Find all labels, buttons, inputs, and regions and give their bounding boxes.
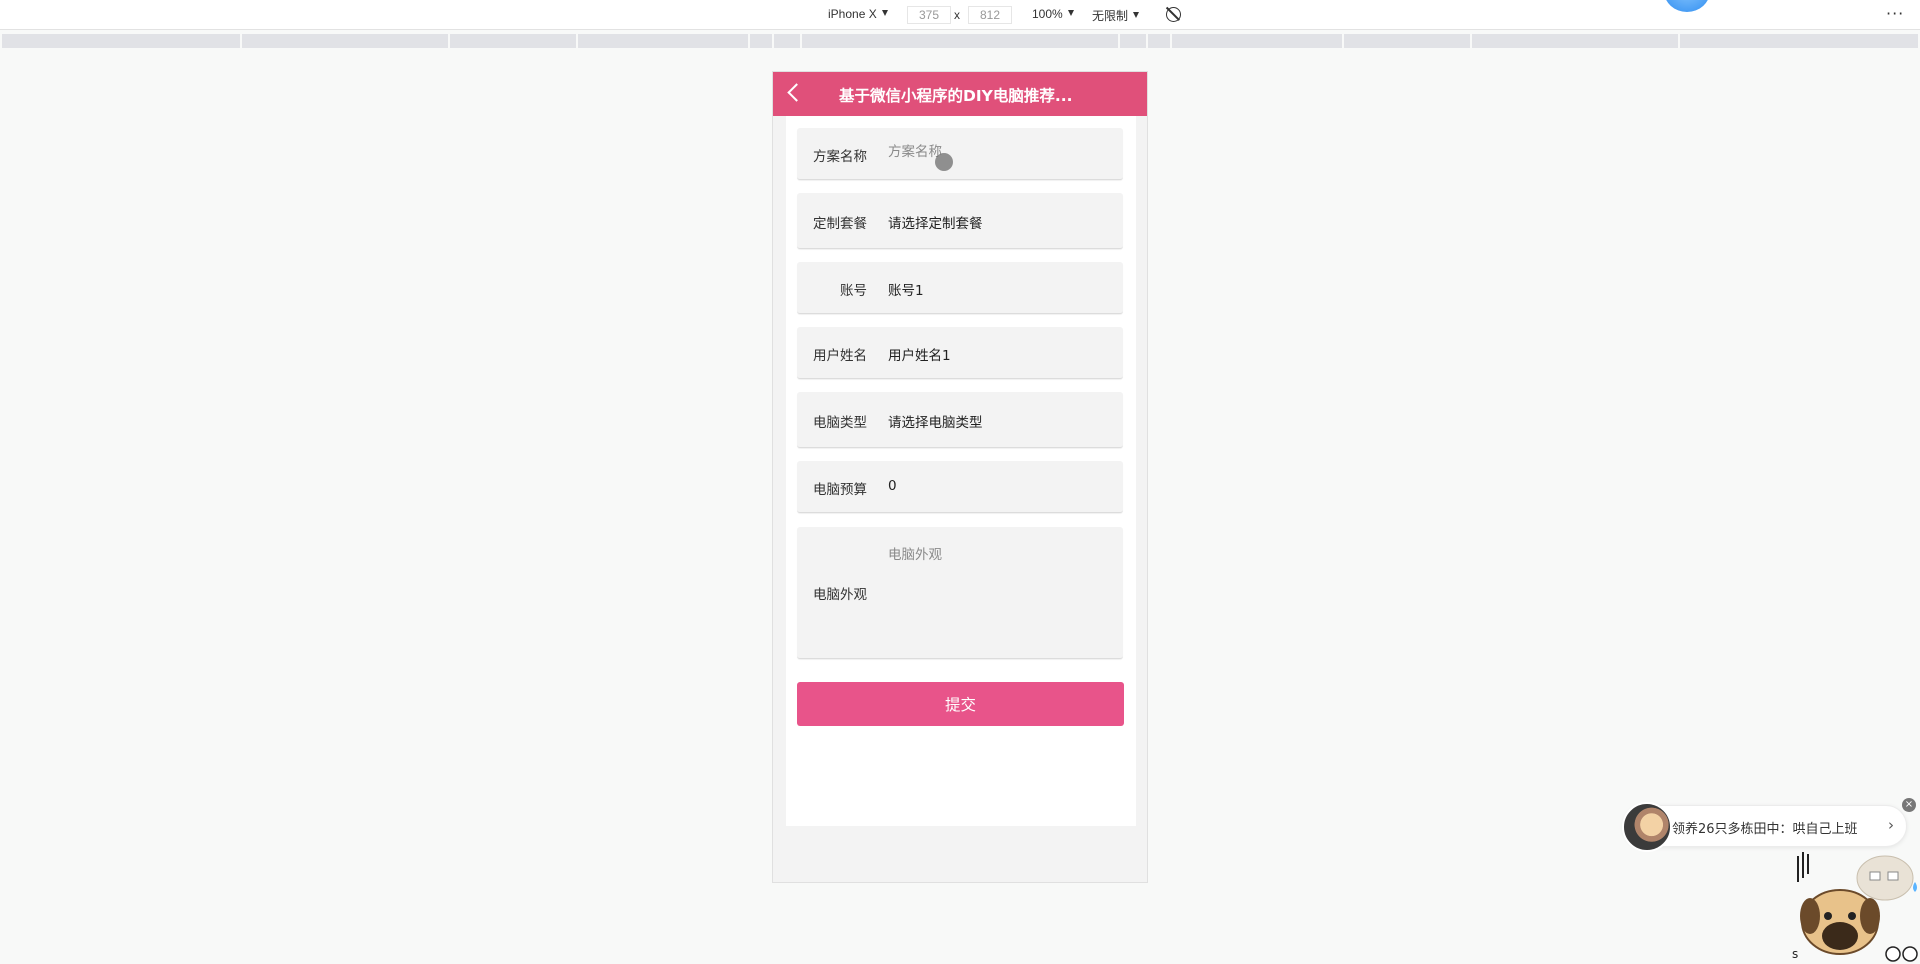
throttle-select-label: 无限制	[1092, 9, 1129, 23]
ruler-segment[interactable]	[1120, 34, 1146, 48]
package-row[interactable]: 定制套餐 请选择定制套餐	[797, 193, 1123, 249]
ruler-segment[interactable]	[774, 34, 800, 48]
appearance-row: 电脑外观	[797, 527, 1123, 659]
ruler-segment[interactable]	[450, 34, 576, 48]
ruler-segment[interactable]	[802, 34, 1118, 48]
ruler-segment[interactable]	[1344, 34, 1470, 48]
ruler-segment[interactable]	[242, 34, 448, 48]
phone-simulator: 基于微信小程序的DIY电脑推荐... 方案名称 定制套餐 请选择定制套餐 账号 …	[772, 71, 1148, 883]
budget-label: 电脑预算	[813, 482, 867, 498]
username-field[interactable]: 用户姓名1	[888, 344, 951, 364]
back-icon[interactable]	[787, 83, 806, 102]
computer-type-picker[interactable]: 请选择电脑类型	[888, 411, 983, 431]
submit-button[interactable]: 提交	[797, 682, 1124, 726]
device-select[interactable]: iPhone X	[828, 7, 888, 21]
appearance-textarea[interactable]	[888, 543, 1113, 643]
ruler-segment[interactable]	[1148, 34, 1170, 48]
dropdown-arrow-icon	[881, 10, 888, 16]
form-container: 方案名称 定制套餐 请选择定制套餐 账号 账号1 用户姓名 用户姓名1 电脑类型…	[786, 116, 1136, 826]
computer-type-label: 电脑类型	[813, 415, 867, 431]
rotate-icon[interactable]	[1166, 7, 1181, 22]
height-input[interactable]: 812	[968, 6, 1012, 24]
ruler-segment[interactable]	[1472, 34, 1678, 48]
close-icon[interactable]: ×	[1902, 798, 1916, 812]
dimension-separator: x	[954, 8, 960, 22]
plan-name-row: 方案名称	[797, 128, 1123, 180]
chevron-right-icon[interactable]: ›	[1888, 816, 1894, 834]
ruler-segment[interactable]	[750, 34, 772, 48]
computer-type-row[interactable]: 电脑类型 请选择电脑类型	[797, 392, 1123, 448]
width-input[interactable]: 375	[907, 6, 951, 24]
account-row: 账号 账号1	[797, 262, 1123, 314]
touch-cursor	[935, 153, 953, 171]
dropdown-arrow-icon	[1133, 12, 1140, 18]
plan-name-label: 方案名称	[813, 149, 867, 165]
account-field[interactable]: 账号1	[888, 279, 924, 299]
package-picker[interactable]: 请选择定制套餐	[888, 212, 983, 232]
plan-name-input[interactable]	[888, 144, 1108, 160]
budget-field[interactable]: 0	[888, 478, 897, 494]
svg-text:s: s	[1792, 947, 1798, 961]
appearance-label: 电脑外观	[813, 587, 867, 603]
budget-row: 电脑预算 0	[797, 461, 1123, 513]
devtools-toolbar: iPhone X 375 x 812 100% 无限制 ···	[0, 0, 1920, 30]
username-label: 用户姓名	[813, 348, 867, 364]
page-title: 基于微信小程序的DIY电脑推荐...	[839, 87, 1073, 105]
pet-avatar	[1622, 802, 1672, 852]
account-label: 账号	[840, 283, 867, 299]
assistant-orb-icon[interactable]	[1664, 0, 1710, 12]
dropdown-arrow-icon	[1067, 10, 1074, 16]
package-label: 定制套餐	[813, 216, 867, 232]
device-select-label: iPhone X	[828, 7, 877, 21]
ruler-segment[interactable]	[578, 34, 748, 48]
ruler-segment[interactable]	[1172, 34, 1342, 48]
zoom-select-label: 100%	[1032, 7, 1063, 21]
more-options-icon[interactable]: ···	[1886, 4, 1904, 23]
ruler-segment[interactable]	[1680, 34, 1918, 48]
floating-promo-widget[interactable]: 领养26只多栋田中：哄自己上班 ›	[1622, 802, 1907, 852]
zoom-select[interactable]: 100%	[1032, 7, 1074, 21]
ruler-segment[interactable]	[2, 34, 240, 48]
throttle-select[interactable]: 无限制	[1092, 7, 1140, 24]
username-row: 用户姓名 用户姓名1	[797, 327, 1123, 379]
media-query-ruler	[0, 34, 1920, 48]
dog-mascot-icon[interactable]: s	[1790, 850, 1920, 964]
nav-bar: 基于微信小程序的DIY电脑推荐...	[773, 72, 1147, 116]
widget-text: 领养26只多栋田中：哄自己上班	[1672, 822, 1858, 837]
